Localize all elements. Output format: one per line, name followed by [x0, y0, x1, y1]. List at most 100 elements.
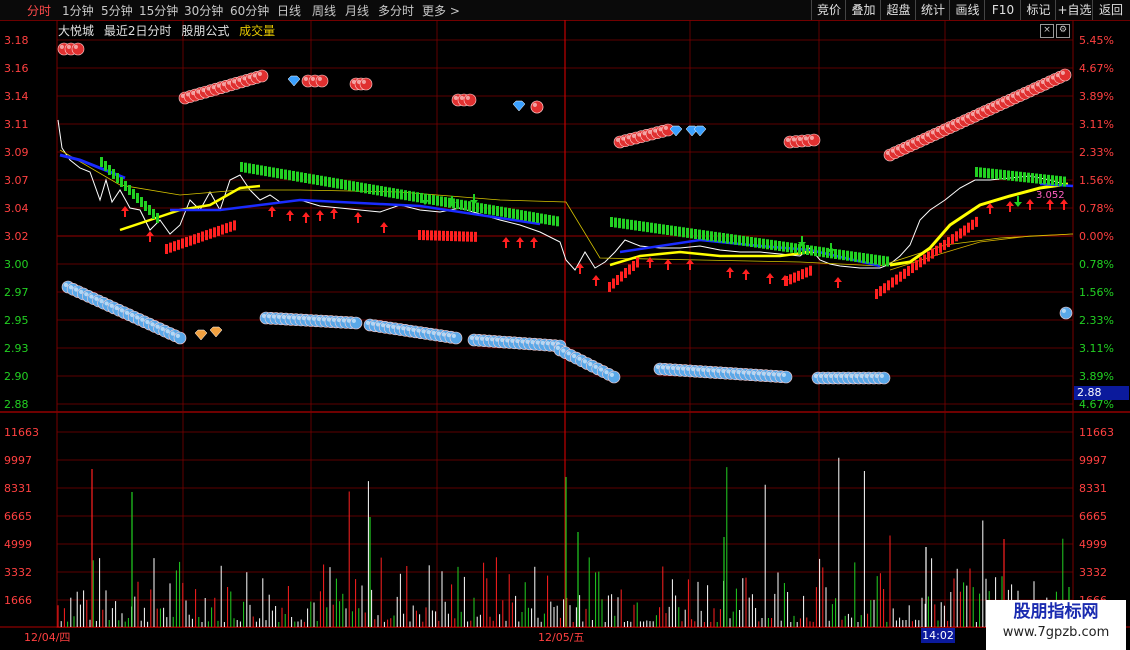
up-arrow-icon [834, 277, 842, 288]
orange-diamond-icon [209, 326, 223, 338]
toolbar-button-8[interactable]: 返回 [1092, 0, 1129, 20]
sell-signal-bar [152, 209, 155, 219]
period-tab-4[interactable]: 30分钟 [184, 2, 223, 19]
percent-tick-right: 0.78% [1079, 258, 1114, 271]
sell-signal-bar [858, 252, 861, 263]
percent-tick-right: 0.00% [1079, 230, 1114, 243]
sell-signal-bar [762, 238, 765, 249]
sell-signal-bar [774, 240, 777, 251]
settings-icon[interactable]: ⚙ [1056, 24, 1070, 38]
sell-signal-bar [850, 251, 853, 262]
sell-signal-bar [360, 182, 363, 193]
ball-highlight [781, 372, 787, 377]
stock-name: 大悦城 [58, 24, 95, 38]
sell-signal-bar [376, 185, 379, 196]
ma-line-1 [59, 153, 126, 180]
buy-signal-bar [801, 269, 804, 280]
period-tab-6[interactable]: 日线 [277, 2, 301, 19]
buy-signal-bar [793, 272, 796, 283]
close-icon[interactable]: × [1040, 24, 1054, 38]
buy-signal-bar [628, 264, 631, 275]
toolbar-button-7[interactable]: +自选 [1055, 0, 1093, 20]
date-label-day1: 12/04/四 [24, 631, 71, 644]
blue-diamond-icon [287, 75, 301, 87]
red-ball-icon [463, 93, 477, 107]
ball-highlight [257, 71, 262, 76]
period-tab-0[interactable]: 分时 [27, 2, 51, 19]
sell-signal-bar [432, 195, 435, 205]
sell-signal-bar [734, 234, 737, 245]
ball-highlight [599, 367, 604, 372]
red-ball-icon [1058, 68, 1072, 82]
sell-signal-bar [132, 189, 135, 199]
sell-signal-bar [272, 167, 275, 178]
toolbar-button-0[interactable]: 竞价 [811, 0, 846, 20]
toolbar-button-5[interactable]: F10 [984, 0, 1021, 20]
chart-header: 大悦城 最近2日分时 股朋公式 成交量 [58, 22, 281, 39]
buy-signal-bar [470, 231, 473, 242]
period-tab-1[interactable]: 1分钟 [62, 2, 94, 19]
toolbar-button-6[interactable]: 标记 [1020, 0, 1056, 20]
intraday-chart[interactable]: 3.052 [0, 20, 1130, 628]
sell-signal-bar [288, 170, 291, 181]
buy-signal-bar [620, 271, 623, 282]
sell-signal-bar [468, 201, 471, 212]
sell-signal-bar [524, 210, 527, 221]
period-tab-9[interactable]: 多分时 [378, 2, 414, 19]
sell-signal-bar [344, 179, 347, 190]
percent-tick-right: 3.89% [1079, 370, 1114, 383]
buy-signal-bar [177, 239, 180, 250]
buy-signal-bar [895, 274, 898, 285]
sell-signal-bar [112, 169, 115, 179]
up-arrow-icon [664, 259, 672, 270]
period-tab-2[interactable]: 5分钟 [101, 2, 133, 19]
sell-signal-bar [264, 166, 267, 177]
up-arrow-icon [592, 275, 600, 286]
toolbar-button-4[interactable]: 画线 [949, 0, 985, 20]
period-tab-10[interactable]: 更多 > [422, 2, 460, 19]
sell-signal-bar [1007, 170, 1010, 181]
buy-signal-bar [967, 222, 970, 233]
sell-signal-bar [638, 221, 641, 231]
buy-signal-bar [923, 254, 926, 265]
toolbar-button-2[interactable]: 超盘 [880, 0, 916, 20]
price-tick-left: 2.90 [4, 370, 29, 383]
ball-highlight [124, 310, 130, 315]
period-tab-8[interactable]: 月线 [345, 2, 369, 19]
toolbar-button-3[interactable]: 统计 [915, 0, 950, 20]
sell-signal-bar [658, 223, 661, 234]
sell-signal-bar [842, 250, 845, 261]
sell-signal-bar [690, 228, 693, 239]
period-tab-5[interactable]: 60分钟 [230, 2, 269, 19]
period-tab-3[interactable]: 15分钟 [139, 2, 178, 19]
sell-signal-bar [754, 237, 757, 248]
buy-signal-bar [612, 278, 615, 289]
ball-highlight [566, 351, 571, 356]
date-axis: 12/04/四 12/05/五 [0, 628, 1130, 650]
sell-signal-bar [1027, 172, 1030, 183]
buy-signal-bar [947, 237, 950, 248]
period-tab-7[interactable]: 周线 [312, 2, 336, 19]
buy-signal-bar [951, 234, 954, 245]
sell-signal-bar [718, 232, 721, 243]
ball-highlight [310, 76, 315, 81]
sell-signal-bar [642, 221, 645, 232]
sell-signal-bar [300, 172, 303, 183]
buy-signal-bar [438, 230, 441, 241]
sell-signal-bar [476, 202, 479, 213]
sell-signal-bar [975, 167, 978, 177]
buy-signal-bar [636, 257, 639, 268]
red-ball-icon [71, 42, 85, 56]
period-toolbar: 分时 1分钟 5分钟 15分钟 30分钟 60分钟 日线 周线 月线 多分时 更多 > 竞价 叠加 超盘统… [0, 0, 1130, 21]
sell-signal-bar [634, 220, 637, 231]
buy-signal-bar [975, 216, 978, 227]
buy-signal-bar [426, 230, 429, 241]
volume-tick: 8331 [4, 482, 32, 495]
sell-signal-bar [316, 175, 319, 186]
buy-signal-bar [887, 280, 890, 291]
red-ball-icon [359, 77, 373, 91]
toolbar-button-1[interactable]: 叠加 [845, 0, 881, 20]
sell-signal-bar [1043, 174, 1046, 185]
sell-signal-bar [746, 236, 749, 247]
ball-highlight [1060, 70, 1065, 75]
